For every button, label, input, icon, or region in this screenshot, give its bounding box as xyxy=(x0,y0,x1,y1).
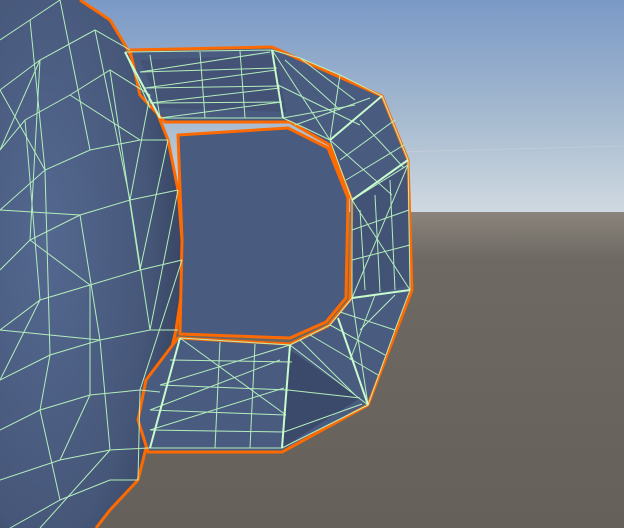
scene-canvas[interactable] xyxy=(0,0,624,528)
scene-viewport[interactable] xyxy=(0,0,624,528)
